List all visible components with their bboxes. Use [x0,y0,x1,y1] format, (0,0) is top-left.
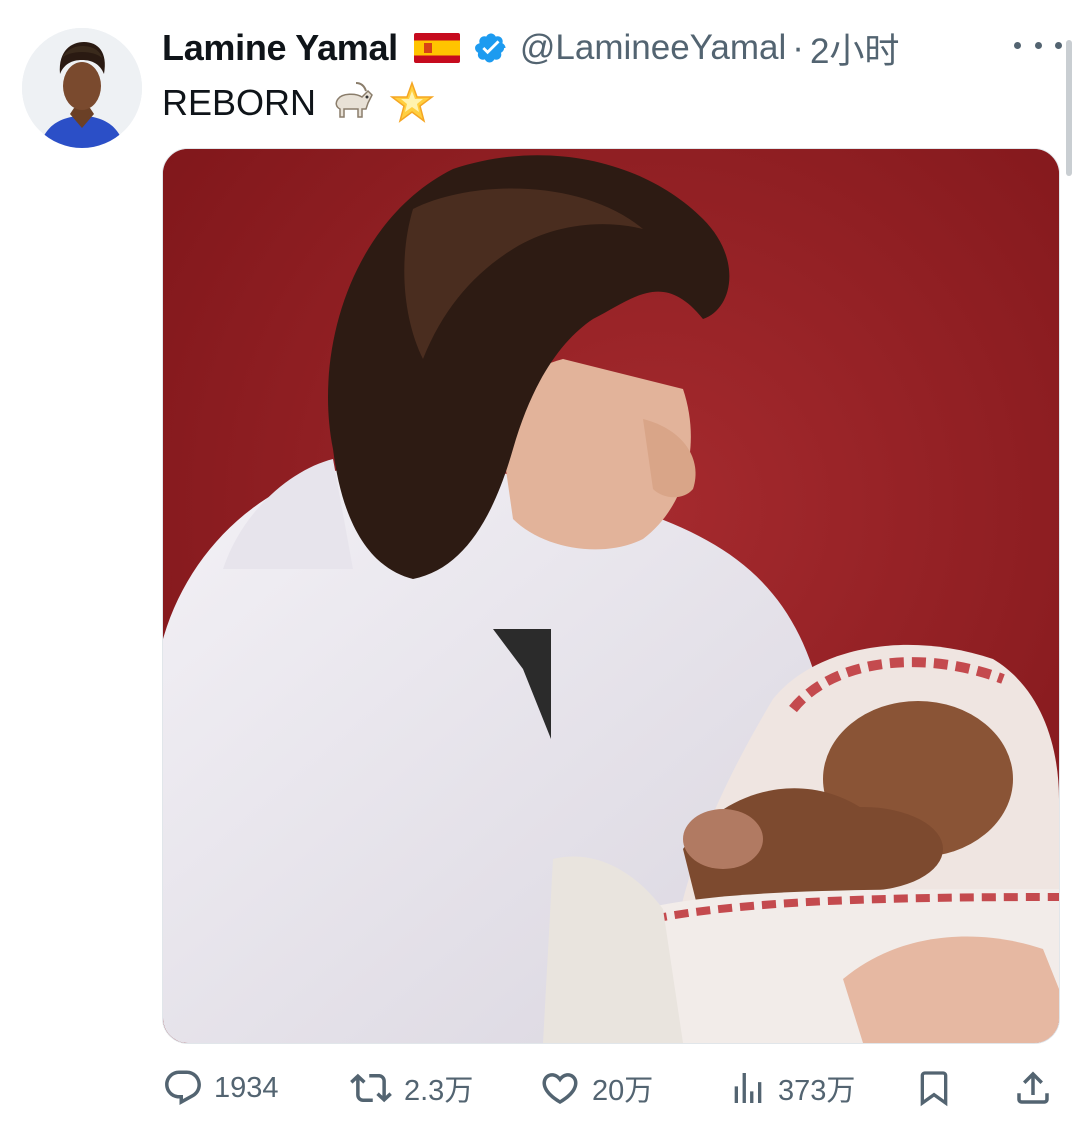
repost-count: 2.3万 [404,1075,474,1107]
action-bar: 1934 2.3万 20万 373万 [162,1056,1062,1120]
bookmark-icon [920,1071,948,1107]
like-count: 20万 [592,1075,654,1107]
post-header: Lamine Yamal @LamineeYamal · 2小时 [162,20,899,76]
views-chart-icon [734,1073,762,1103]
post-text: REBORN [162,78,436,128]
glowing-star-emoji-icon [388,80,436,125]
verified-badge-icon[interactable] [474,31,508,65]
post-text-content: REBORN [162,82,317,123]
avatar[interactable] [22,28,142,148]
views-button[interactable]: 373万 [728,1066,855,1110]
photo-man-holding-baby[interactable] [162,148,1060,1044]
bookmark-button[interactable] [914,1066,954,1110]
tweet: Lamine Yamal @LamineeYamal · 2小时 REBORN [0,0,1080,1136]
reply-count: 1934 [214,1071,279,1104]
repost-icon [350,1073,392,1103]
author-handle[interactable]: @LamineeYamal [520,28,786,68]
reply-button[interactable]: 1934 [162,1066,279,1110]
like-button[interactable]: 20万 [538,1066,653,1110]
views-count: 373万 [778,1075,856,1107]
author-name[interactable]: Lamine Yamal [162,27,398,69]
spain-flag-icon [413,33,460,63]
post-time[interactable]: 2小时 [810,23,899,74]
goat-emoji-icon [328,81,376,125]
scrollbar[interactable] [1066,40,1072,176]
heart-icon [542,1073,578,1105]
reply-icon [165,1070,201,1105]
more-options-icon[interactable] [1014,30,1062,60]
separator-dot: · [792,28,804,67]
share-icon [1017,1071,1049,1104]
repost-button[interactable]: 2.3万 [348,1066,473,1110]
share-button[interactable] [1012,1066,1054,1110]
avatar-image [22,28,142,148]
